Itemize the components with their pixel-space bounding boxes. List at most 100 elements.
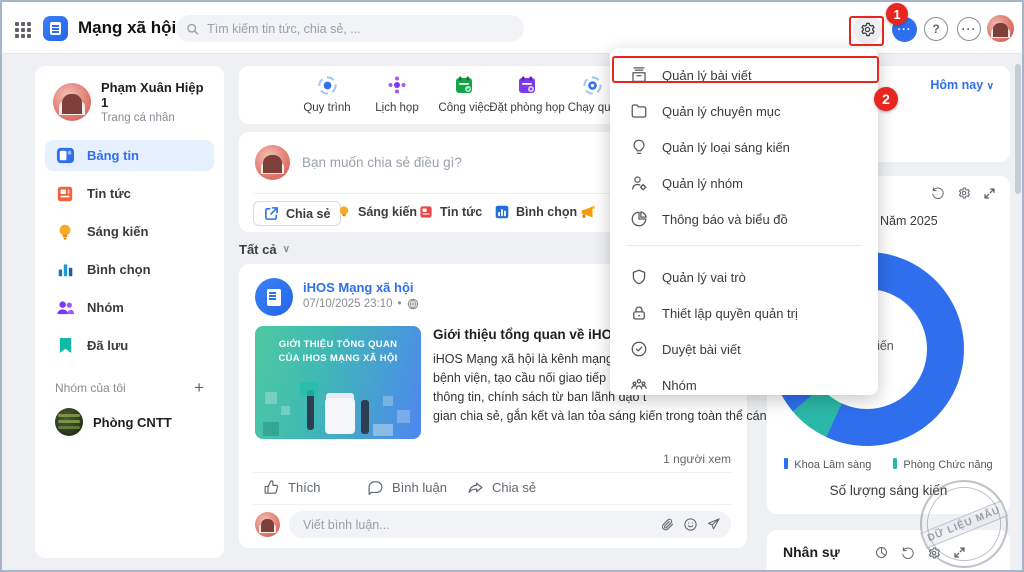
refresh-icon[interactable] — [901, 546, 915, 560]
comment-input[interactable] — [303, 517, 652, 532]
composer-poll-button[interactable]: Bình chọn — [495, 205, 577, 219]
composer-action-label: Chia sẻ — [286, 206, 331, 221]
menu-item-label: Quản lý bài viết — [662, 67, 752, 83]
menu-item-manage-posts[interactable]: Quản lý bài viết — [610, 58, 878, 92]
hr-card: Nhân sự — [767, 530, 1010, 570]
post-action-label: Bình luận — [392, 480, 447, 495]
like-button[interactable]: Thích — [263, 479, 321, 496]
share-box-icon — [265, 207, 278, 220]
post-action-label: Chia sẻ — [492, 480, 537, 495]
sidebar-item-news[interactable]: Tin tức — [45, 178, 214, 209]
post-author-avatar[interactable] — [255, 278, 293, 316]
archive-icon — [629, 66, 648, 85]
sidebar-item-label: Tin tức — [87, 186, 131, 201]
thumbs-up-icon — [264, 480, 279, 494]
annotation-badge-1: 1 — [886, 3, 908, 25]
attachment-icon[interactable] — [660, 517, 675, 532]
legend-item[interactable]: Phòng Chức năng — [893, 458, 993, 471]
hr-card-title: Nhân sự — [783, 544, 840, 560]
post-author-name[interactable]: iHOS Mạng xã hội — [303, 280, 414, 295]
switch-chart-icon[interactable] — [874, 545, 889, 560]
post-view-count: 1 người xem — [663, 452, 731, 466]
send-icon[interactable] — [706, 517, 721, 532]
pie-chart-icon — [629, 210, 648, 229]
badge-number: 1 — [893, 6, 901, 22]
legend-swatch — [784, 458, 789, 469]
help-icon[interactable]: ? — [924, 17, 948, 41]
menu-item-admin-permissions[interactable]: Thiết lập quyền quản trị — [610, 296, 878, 330]
search-input[interactable] — [207, 21, 514, 36]
lightbulb-icon — [629, 138, 648, 157]
sidebar-item-groups[interactable]: Nhóm — [45, 292, 214, 323]
share-button[interactable]: Chia sẻ — [467, 479, 536, 496]
quick-action-process[interactable]: Quy trình — [289, 74, 365, 114]
illustration-person-right — [361, 400, 369, 434]
feed-filter[interactable]: Tất cả ∨ — [239, 242, 290, 257]
gear-icon[interactable] — [957, 186, 971, 200]
app-logo-icon[interactable] — [43, 16, 68, 41]
comment-input-wrap[interactable] — [289, 511, 731, 538]
composer-news-button[interactable]: Tin tức — [419, 205, 482, 219]
left-sidebar: Phạm Xuân Hiệp 1 Trang cá nhân Bảng tin … — [35, 66, 224, 558]
emoji-icon[interactable] — [683, 517, 698, 532]
menu-item-approve-posts[interactable]: Duyệt bài viết — [610, 332, 878, 366]
menu-item-label: Quản lý chuyên mục — [662, 103, 781, 119]
sidebar-item-polls[interactable]: Bình chọn — [45, 254, 214, 285]
legend-swatch — [893, 458, 898, 469]
composer-action-label: Bình chọn — [516, 205, 578, 219]
menu-item-label: Quản lý loại sáng kiến — [662, 139, 790, 155]
megaphone-icon — [581, 206, 595, 218]
post-image[interactable]: Giới thiệu tổng quan của iHOS mạng xã hộ… — [255, 326, 421, 439]
newsfeed-icon — [55, 146, 75, 166]
composer-action-label: Tin tức — [440, 205, 483, 219]
menu-item-manage-groups[interactable]: Quản lý nhóm — [610, 166, 878, 200]
illustration-person-left — [307, 390, 314, 430]
settings-button[interactable] — [853, 15, 882, 44]
bookmark-icon — [55, 336, 75, 356]
period-filter[interactable]: Hôm nay ∨ — [930, 78, 994, 92]
menu-item-label: Thiết lập quyền quản trị — [662, 305, 798, 321]
search-bar[interactable] — [176, 15, 524, 42]
menu-item-manage-initiative-types[interactable]: Quản lý loại sáng kiến — [610, 130, 878, 164]
sidebar-item-initiatives[interactable]: Sáng kiến — [45, 216, 214, 247]
comment-button[interactable]: Bình luận — [367, 479, 447, 496]
sidebar-item-saved[interactable]: Đã lưu — [45, 330, 214, 361]
folder-icon — [629, 102, 648, 121]
composer-announce-button[interactable] — [579, 203, 597, 221]
menu-item-manage-roles[interactable]: Quản lý vai trò — [610, 260, 878, 294]
user-avatar[interactable] — [987, 15, 1014, 42]
refresh-icon[interactable] — [931, 186, 945, 200]
quick-action-meetings[interactable]: Lịch họp — [359, 74, 435, 114]
my-groups-header: Nhóm của tôi — [55, 380, 126, 395]
sidebar-item-newsfeed[interactable]: Bảng tin — [45, 140, 214, 171]
composer-initiative-button[interactable]: Sáng kiến — [337, 205, 417, 219]
profile-name: Phạm Xuân Hiệp 1 — [101, 80, 204, 110]
more-options-icon[interactable]: ··· — [957, 17, 981, 41]
menu-item-manage-categories[interactable]: Quản lý chuyên mục — [610, 94, 878, 128]
commenter-avatar — [255, 512, 280, 537]
comment-row — [255, 511, 731, 538]
add-group-button[interactable]: + — [194, 379, 204, 396]
composer-avatar — [255, 145, 290, 180]
group-item-cntt[interactable]: Phòng CNTT — [45, 404, 214, 440]
expand-icon[interactable] — [983, 187, 996, 200]
quick-action-label: Quy trình — [303, 102, 351, 114]
messenger-glyph: ··· — [897, 23, 912, 36]
help-glyph: ? — [932, 22, 940, 36]
timestamp-text: 07/10/2025 23:10 — [303, 298, 393, 310]
expand-icon[interactable] — [953, 546, 966, 559]
menu-item-label: Quản lý nhóm — [662, 175, 743, 191]
lightbulb-icon — [339, 206, 349, 217]
gear-icon[interactable] — [927, 546, 941, 560]
app-launcher-icon[interactable] — [15, 22, 31, 38]
menu-item-notifications-charts[interactable]: Thông báo và biểu đồ — [610, 202, 878, 236]
share-post-button[interactable]: Chia sẻ — [253, 201, 342, 226]
scrollbar[interactable] — [1015, 64, 1021, 194]
legend-item[interactable]: Khoa Lâm sàng — [784, 458, 871, 471]
sidebar-item-label: Sáng kiến — [87, 224, 149, 239]
menu-item-groups[interactable]: Nhóm — [610, 368, 878, 402]
profile-link[interactable]: Phạm Xuân Hiệp 1 Trang cá nhân — [45, 80, 214, 124]
people-icon — [55, 298, 75, 318]
legend-label: Khoa Lâm sàng — [794, 459, 872, 471]
chart-title: Số lượng sáng kiến — [829, 483, 948, 498]
